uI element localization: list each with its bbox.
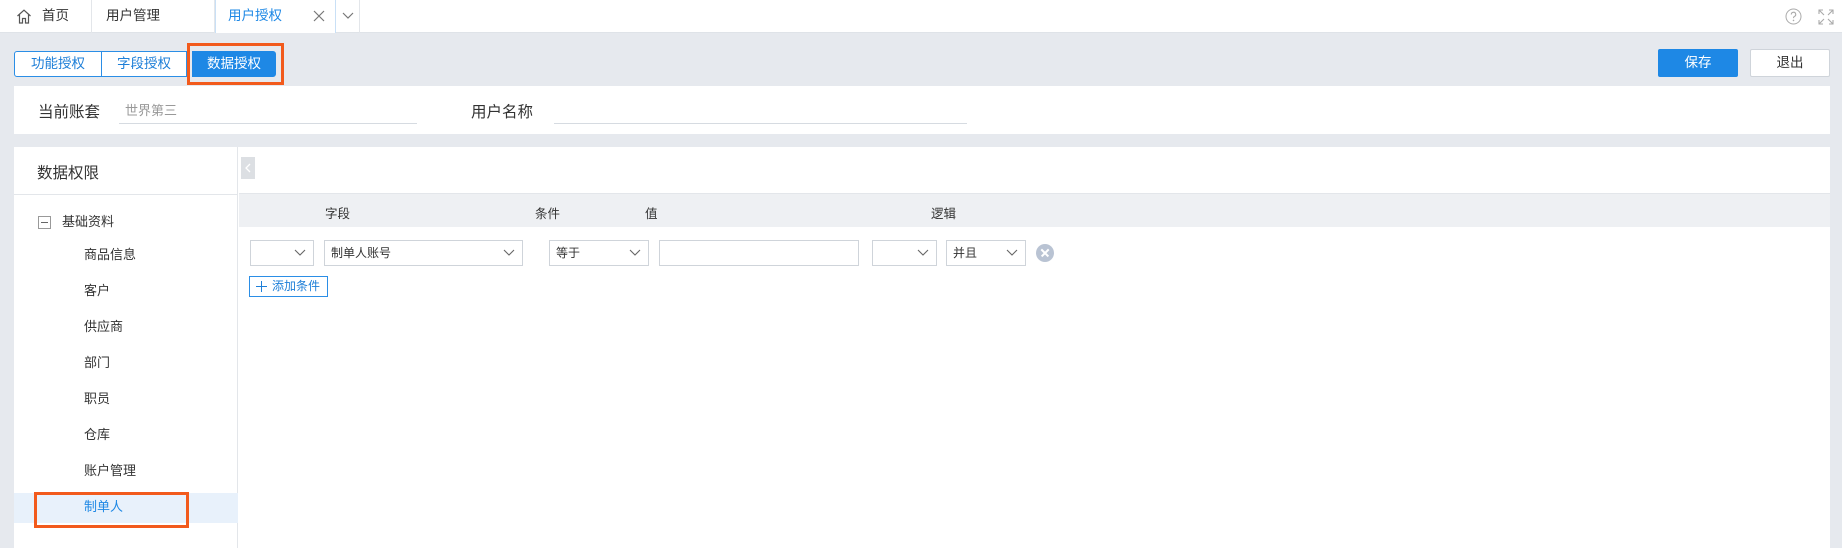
tab-user-management[interactable]: 用户管理 xyxy=(92,0,215,33)
tab-more-button[interactable] xyxy=(336,0,360,33)
account-panel: 当前账套 用户名称 xyxy=(14,86,1830,134)
main-panel: 数据权限 基础资料 商品信息 客户 供应商 部门 职员 仓库 账户管理 制单人 … xyxy=(14,147,1830,548)
chevron-down-icon xyxy=(917,249,929,256)
field-select-value: 制单人账号 xyxy=(331,246,392,260)
tab-user-authorization-label: 用户授权 xyxy=(228,8,282,24)
tree-item-customer[interactable]: 客户 xyxy=(14,277,238,307)
collapse-icon[interactable] xyxy=(38,216,51,229)
header-value: 值 xyxy=(645,206,658,221)
grid-header: 字段 条件 值 逻辑 xyxy=(239,193,1830,227)
tree-item-supplier[interactable]: 供应商 xyxy=(14,313,238,343)
tab-function-authorization[interactable]: 功能授权 xyxy=(14,51,102,77)
close-icon[interactable] xyxy=(313,10,325,22)
header-logic: 逻辑 xyxy=(931,206,957,221)
tree-item-employee[interactable]: 职员 xyxy=(14,385,238,415)
left-panel-title: 数据权限 xyxy=(37,164,100,182)
tab-user-authorization[interactable]: 用户授权 xyxy=(215,0,336,33)
help-icon[interactable] xyxy=(1785,8,1802,25)
bracket-select[interactable] xyxy=(250,240,314,266)
tab-user-management-label: 用户管理 xyxy=(106,8,160,24)
chevron-down-icon xyxy=(342,12,354,19)
chevron-down-icon xyxy=(294,249,306,256)
closing-bracket-select[interactable] xyxy=(872,240,937,266)
field-select[interactable]: 制单人账号 xyxy=(324,240,523,266)
remove-condition-icon[interactable] xyxy=(1036,244,1054,262)
header-field: 字段 xyxy=(325,206,351,221)
fullscreen-icon[interactable] xyxy=(1818,9,1834,25)
plus-icon xyxy=(256,281,267,292)
tab-home-label: 首页 xyxy=(42,8,69,24)
tab-bar: 首页 用户管理 用户授权 xyxy=(0,0,1842,33)
current-account-label: 当前账套 xyxy=(38,103,101,121)
chevron-down-icon xyxy=(503,249,515,256)
logic-select[interactable]: 并且 xyxy=(946,240,1026,266)
highlight-box-creator xyxy=(34,492,189,528)
divider xyxy=(14,194,238,195)
tab-field-authorization[interactable]: 字段授权 xyxy=(101,51,187,77)
exit-button[interactable]: 退出 xyxy=(1750,49,1830,77)
logic-select-value: 并且 xyxy=(953,246,978,260)
save-button[interactable]: 保存 xyxy=(1658,49,1738,77)
condition-select-value: 等于 xyxy=(556,246,581,260)
value-input[interactable] xyxy=(659,240,859,266)
data-permission-tree: 数据权限 基础资料 商品信息 客户 供应商 部门 职员 仓库 账户管理 制单人 xyxy=(14,147,238,548)
condition-select[interactable]: 等于 xyxy=(549,240,649,266)
collapse-panel-button[interactable] xyxy=(241,157,255,179)
username-label: 用户名称 xyxy=(471,103,534,121)
chevron-left-icon xyxy=(245,163,251,173)
add-condition-label: 添加条件 xyxy=(272,279,321,293)
tree-item-department[interactable]: 部门 xyxy=(14,349,238,379)
tree-item-warehouse[interactable]: 仓库 xyxy=(14,421,238,451)
home-icon xyxy=(17,9,31,24)
chevron-down-icon xyxy=(1006,249,1018,256)
tree-item-account-management[interactable]: 账户管理 xyxy=(14,457,238,487)
condition-editor: 字段 条件 值 逻辑 制单人账号 等于 并且 添加条件 xyxy=(239,147,1830,548)
username-field[interactable] xyxy=(554,96,967,124)
chevron-down-icon xyxy=(629,249,641,256)
tree-item-product-info[interactable]: 商品信息 xyxy=(14,241,238,271)
current-account-field[interactable] xyxy=(119,96,417,124)
tab-home[interactable]: 首页 xyxy=(0,0,92,33)
tree-node-label: 基础资料 xyxy=(62,215,115,230)
header-condition: 条件 xyxy=(535,206,561,221)
highlight-box-data-tab xyxy=(187,43,284,85)
add-condition-button[interactable]: 添加条件 xyxy=(249,276,328,297)
